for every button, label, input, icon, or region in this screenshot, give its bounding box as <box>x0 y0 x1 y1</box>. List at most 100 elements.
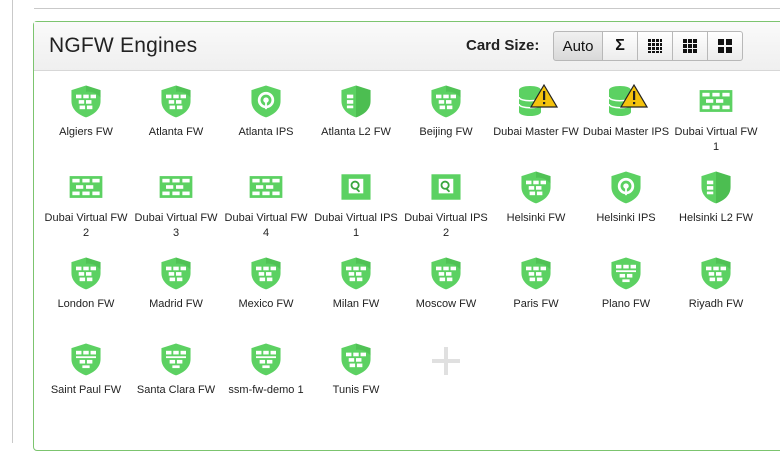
engine-card[interactable]: Mexico FW <box>221 253 311 339</box>
add-engine-button[interactable] <box>401 339 491 425</box>
engine-card-grid: Algiers FW Atlanta FW Atlanta IPS Atlant… <box>34 81 780 425</box>
l2-shield-icon <box>694 167 738 207</box>
firewall-shield-icon <box>244 253 288 293</box>
engine-card[interactable]: Paris FW <box>491 253 581 339</box>
firewall-shield-solid-icon <box>154 339 198 379</box>
engine-card[interactable]: Dubai Virtual FW 3 <box>131 167 221 253</box>
card-size-sigma-button[interactable]: Σ <box>602 31 638 61</box>
medium-grid-icon <box>683 39 697 53</box>
engine-card[interactable]: Saint Paul FW <box>41 339 131 425</box>
engine-card-label: ssm-fw-demo 1 <box>228 384 304 396</box>
engine-card[interactable]: Atlanta L2 FW <box>311 81 401 167</box>
engine-card[interactable]: Atlanta IPS <box>221 81 311 167</box>
small-grid-icon <box>648 39 662 53</box>
database-warning-icon <box>514 81 558 121</box>
engine-card-label: Dubai Virtual FW 4 <box>224 212 308 239</box>
engine-card[interactable]: Dubai Virtual FW 1 <box>671 81 761 167</box>
engine-card-label: Milan FW <box>332 298 380 310</box>
engine-card-label: Paris FW <box>513 298 559 310</box>
firewall-shield-icon <box>154 253 198 293</box>
firewall-shield-solid-icon <box>244 339 288 379</box>
firewall-shield-icon <box>334 339 378 379</box>
engine-card[interactable]: ssm-fw-demo 1 <box>221 339 311 425</box>
card-size-small-button[interactable] <box>637 31 673 61</box>
engine-card-label: Saint Paul FW <box>50 384 122 396</box>
card-size-auto-button[interactable]: Auto <box>553 31 603 61</box>
engine-card-label: Atlanta L2 FW <box>321 126 391 138</box>
large-grid-icon <box>718 39 732 53</box>
engine-card-label: Dubai Virtual FW 1 <box>674 126 758 153</box>
l2-shield-icon <box>334 81 378 121</box>
engine-card[interactable]: Dubai Master IPS <box>581 81 671 167</box>
engine-card-label: Dubai Virtual IPS 1 <box>314 212 398 239</box>
engine-card-label: Madrid FW <box>149 298 203 310</box>
engine-card[interactable]: Moscow FW <box>401 253 491 339</box>
left-divider <box>12 0 13 443</box>
card-size-large-button[interactable] <box>707 31 743 61</box>
engine-card-label: Algiers FW <box>59 126 113 138</box>
firewall-shield-icon <box>64 81 108 121</box>
engine-card-label: Dubai Virtual IPS 2 <box>404 212 488 239</box>
engine-card[interactable]: Atlanta FW <box>131 81 221 167</box>
engine-card-label: Helsinki L2 FW <box>679 212 753 224</box>
engine-card[interactable]: Milan FW <box>311 253 401 339</box>
database-warning-icon <box>604 81 648 121</box>
engine-card-label: London FW <box>57 298 115 310</box>
card-size-medium-button[interactable] <box>672 31 708 61</box>
engine-card-label: Helsinki IPS <box>596 212 656 224</box>
engine-card[interactable]: Helsinki IPS <box>581 167 671 253</box>
panel-header: NGFW Engines Card Size: Auto Σ <box>34 22 780 71</box>
engine-card[interactable]: Tunis FW <box>311 339 401 425</box>
engine-card[interactable]: Plano FW <box>581 253 671 339</box>
engine-card[interactable]: Dubai Virtual IPS 2 <box>401 167 491 253</box>
ngfw-engines-panel: NGFW Engines Card Size: Auto Σ Algiers F… <box>33 21 780 451</box>
engine-card-label: Tunis FW <box>332 384 380 396</box>
firewall-shield-solid-icon <box>64 339 108 379</box>
firewall-shield-icon <box>334 253 378 293</box>
engine-card-label: Atlanta FW <box>148 126 204 138</box>
engine-card[interactable]: Helsinki L2 FW <box>671 167 761 253</box>
plus-icon <box>424 339 468 383</box>
panel-title: NGFW Engines <box>49 34 198 57</box>
engine-card-label: Riyadh FW <box>688 298 744 310</box>
engine-card-label: Dubai Virtual FW 2 <box>44 212 128 239</box>
virtual-ips-icon <box>334 167 378 207</box>
firewall-shield-icon <box>694 253 738 293</box>
firewall-shield-solid-icon <box>604 253 648 293</box>
engine-card-label: Atlanta IPS <box>238 126 294 138</box>
card-size-toggle-group: Auto Σ <box>553 31 743 61</box>
firewall-shield-icon <box>424 81 468 121</box>
top-divider <box>34 8 780 9</box>
engine-card-label: Mexico FW <box>238 298 294 310</box>
engine-card[interactable]: Santa Clara FW <box>131 339 221 425</box>
engine-card[interactable]: Dubai Virtual FW 4 <box>221 167 311 253</box>
virtual-firewall-icon <box>694 81 738 121</box>
virtual-firewall-icon <box>64 167 108 207</box>
engine-card[interactable]: Algiers FW <box>41 81 131 167</box>
firewall-shield-icon <box>514 167 558 207</box>
engine-card[interactable]: Beijing FW <box>401 81 491 167</box>
engine-card[interactable]: Helsinki FW <box>491 167 581 253</box>
firewall-shield-icon <box>424 253 468 293</box>
firewall-shield-icon <box>154 81 198 121</box>
engine-card-label: Helsinki FW <box>506 212 566 224</box>
virtual-ips-icon <box>424 167 468 207</box>
engine-card-label: Dubai Master FW <box>493 126 579 138</box>
virtual-firewall-icon <box>154 167 198 207</box>
engine-card-label: Moscow FW <box>415 298 477 310</box>
ips-shield-icon <box>244 81 288 121</box>
firewall-shield-icon <box>514 253 558 293</box>
ips-shield-icon <box>604 167 648 207</box>
firewall-shield-icon <box>64 253 108 293</box>
engine-card-label: Dubai Virtual FW 3 <box>134 212 218 239</box>
engine-card[interactable]: Dubai Master FW <box>491 81 581 167</box>
engine-card[interactable]: Dubai Virtual FW 2 <box>41 167 131 253</box>
engine-card[interactable]: Madrid FW <box>131 253 221 339</box>
engine-card[interactable]: London FW <box>41 253 131 339</box>
engine-card-label: Beijing FW <box>419 126 473 138</box>
engine-card-label: Dubai Master IPS <box>582 126 670 138</box>
engine-card[interactable]: Riyadh FW <box>671 253 761 339</box>
virtual-firewall-icon <box>244 167 288 207</box>
engine-card[interactable]: Dubai Virtual IPS 1 <box>311 167 401 253</box>
engine-card-label: Plano FW <box>601 298 651 310</box>
